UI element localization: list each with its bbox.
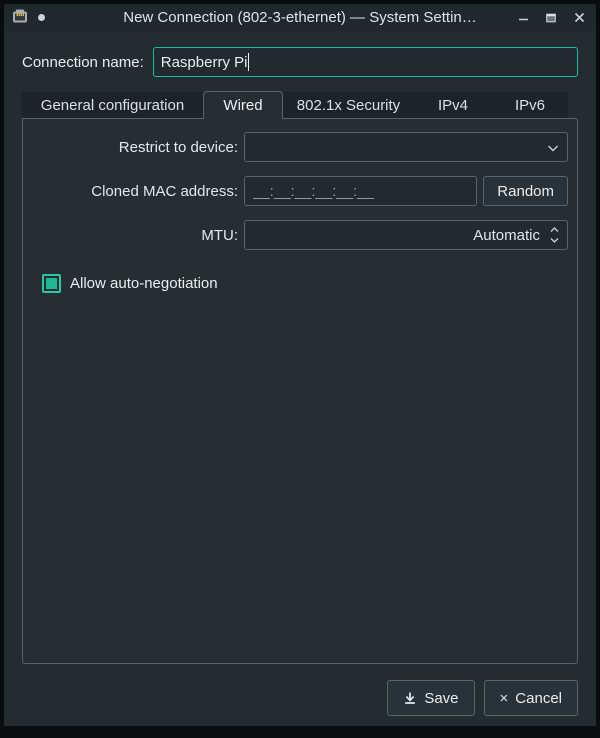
titlebar[interactable]: New Connection (802-3-ethernet) — System… bbox=[4, 4, 596, 31]
settings-dialog-window: New Connection (802-3-ethernet) — System… bbox=[4, 4, 596, 726]
cloned-mac-label: Cloned MAC address: bbox=[91, 182, 238, 200]
titlebar-dot-icon bbox=[38, 14, 45, 21]
spin-up-icon[interactable] bbox=[550, 227, 559, 233]
tab-ipv6[interactable]: IPv6 bbox=[492, 92, 568, 118]
cloned-mac-row: Cloned MAC address: Random bbox=[32, 176, 568, 206]
autoneg-row[interactable]: Allow auto-negotiation bbox=[42, 274, 568, 293]
ethernet-port-icon bbox=[12, 8, 28, 28]
save-download-icon bbox=[403, 691, 417, 705]
close-button[interactable] bbox=[570, 9, 588, 27]
minimize-button[interactable] bbox=[514, 9, 532, 27]
mtu-row: MTU: Automatic bbox=[32, 220, 568, 250]
cloned-mac-input[interactable] bbox=[244, 176, 478, 206]
dialog-footer: Save × Cancel bbox=[22, 664, 578, 726]
cancel-label: Cancel bbox=[515, 689, 562, 707]
window-title: New Connection (802-3-ethernet) — System… bbox=[123, 9, 477, 26]
cancel-button[interactable]: × Cancel bbox=[483, 680, 578, 716]
spin-down-icon[interactable] bbox=[550, 237, 559, 243]
text-cursor bbox=[248, 53, 250, 71]
screen-background: New Connection (802-3-ethernet) — System… bbox=[0, 0, 600, 738]
autoneg-label: Allow auto-negotiation bbox=[70, 275, 218, 292]
tabbar: General configuration Wired 802.1x Secur… bbox=[22, 90, 578, 119]
random-button[interactable]: Random bbox=[483, 176, 568, 206]
restrict-device-row: Restrict to device: bbox=[32, 132, 568, 162]
autoneg-checkbox[interactable] bbox=[42, 274, 61, 293]
mtu-label: MTU: bbox=[201, 226, 238, 244]
chevron-down-icon bbox=[547, 139, 559, 156]
connection-name-value: Raspberry Pi bbox=[160, 53, 248, 71]
restrict-device-label: Restrict to device: bbox=[118, 138, 238, 156]
save-button[interactable]: Save bbox=[387, 680, 475, 716]
wired-tab-panel: Restrict to device: Cloned MAC address: … bbox=[22, 118, 578, 664]
tab-wired[interactable]: Wired bbox=[203, 91, 283, 119]
cancel-x-icon: × bbox=[499, 689, 509, 707]
restrict-device-combobox[interactable] bbox=[244, 132, 568, 162]
save-label: Save bbox=[424, 689, 459, 707]
tab-8021x-security[interactable]: 802.1x Security bbox=[283, 92, 414, 118]
tab-ipv4[interactable]: IPv4 bbox=[414, 92, 492, 118]
connection-name-row: Connection name: Raspberry Pi bbox=[22, 47, 578, 77]
mtu-value: Automatic bbox=[473, 226, 540, 244]
connection-name-input[interactable]: Raspberry Pi bbox=[152, 47, 578, 77]
connection-name-label: Connection name: bbox=[22, 53, 144, 71]
maximize-button[interactable] bbox=[542, 9, 560, 27]
mtu-spinbox[interactable]: Automatic bbox=[244, 220, 568, 250]
tab-general-configuration[interactable]: General configuration bbox=[22, 92, 203, 118]
